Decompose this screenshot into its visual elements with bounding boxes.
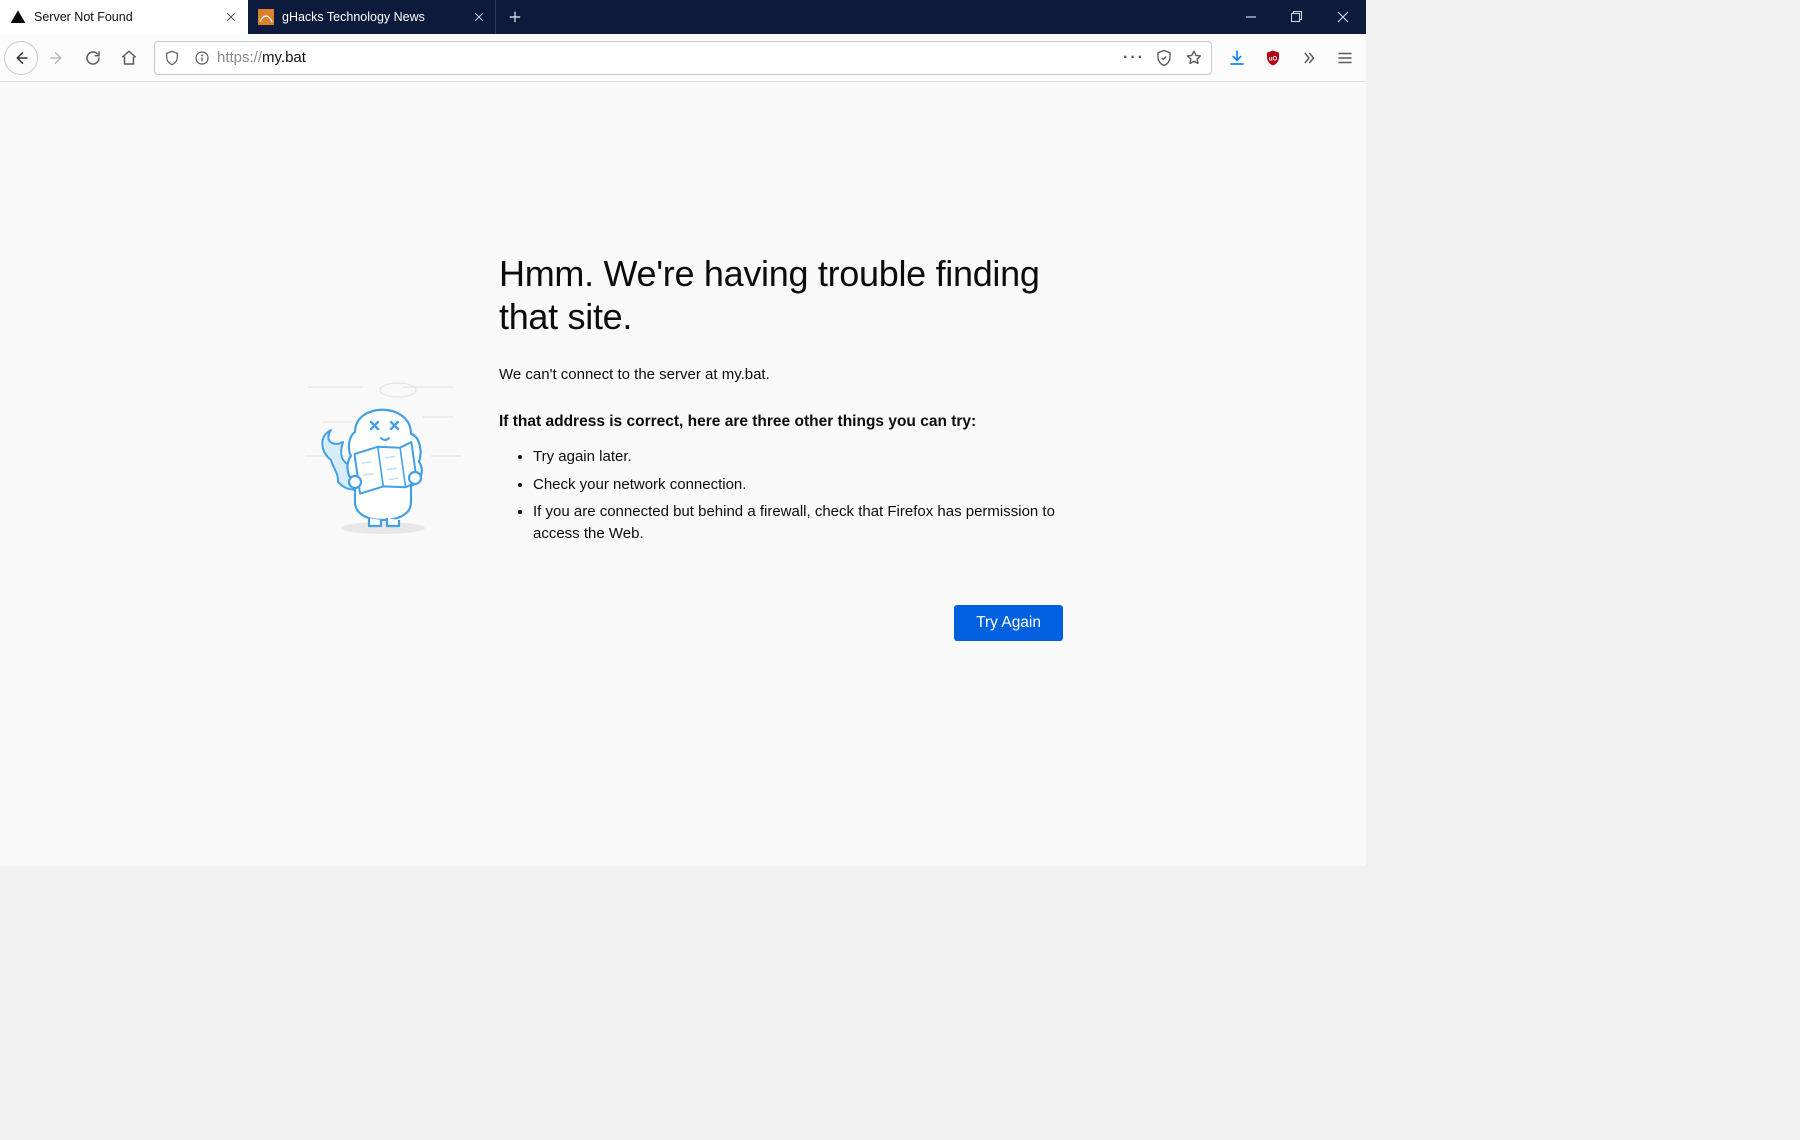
window-controls [1228,0,1366,34]
new-tab-button[interactable] [496,0,534,34]
error-text-column: Hmm. We're having trouble finding that s… [499,252,1063,866]
warning-icon [10,9,26,25]
tracking-protection-icon[interactable] [157,43,187,73]
tab-close-button[interactable] [471,9,487,25]
window-close-button[interactable] [1320,0,1366,34]
reader-mode-icon[interactable] [1149,43,1179,73]
page-content: Hmm. We're having trouble finding that s… [0,82,1366,866]
home-button[interactable] [112,41,146,75]
tab-server-not-found[interactable]: Server Not Found [0,0,248,34]
error-heading: Hmm. We're having trouble finding that s… [499,252,1063,338]
tab-ghacks[interactable]: gHacks Technology News [248,0,496,34]
error-container: Hmm. We're having trouble finding that s… [303,252,1063,866]
tab-strip: Server Not Found gHacks Technology News [0,0,1366,34]
window-minimize-button[interactable] [1228,0,1274,34]
tab-title: Server Not Found [34,10,223,24]
url-protocol: https:// [217,49,262,66]
error-subtitle: We can't connect to the server at my.bat… [499,366,1063,383]
error-suggestion-list: Try again later. Check your network conn… [499,446,1063,545]
tab-title: gHacks Technology News [282,10,471,24]
hamburger-menu-button[interactable] [1328,41,1362,75]
site-info-icon[interactable] [187,43,217,73]
error-suggestion-item: If you are connected but behind a firewa… [533,501,1063,545]
url-text[interactable]: https://my.bat [217,49,1119,66]
url-host: my.bat [262,49,306,66]
forward-button[interactable] [40,41,74,75]
back-button[interactable] [4,41,38,75]
try-again-button[interactable]: Try Again [954,605,1063,641]
svg-text:uO: uO [1269,56,1278,62]
page-actions-button[interactable]: ··· [1119,43,1149,73]
error-suggestion-item: Check your network connection. [533,474,1063,496]
url-bar[interactable]: https://my.bat ··· [154,41,1212,75]
tab-close-button[interactable] [223,9,239,25]
ublock-icon[interactable]: uO [1256,41,1290,75]
error-lead: If that address is correct, here are thr… [499,411,1063,433]
error-suggestion-item: Try again later. [533,446,1063,468]
navigation-toolbar: https://my.bat ··· uO [0,34,1366,82]
error-illustration [303,252,463,866]
reload-button[interactable] [76,41,110,75]
site-favicon [258,9,274,25]
bookmark-star-icon[interactable] [1179,43,1209,73]
downloads-button[interactable] [1220,41,1254,75]
window-restore-button[interactable] [1274,0,1320,34]
overflow-button[interactable] [1292,41,1326,75]
